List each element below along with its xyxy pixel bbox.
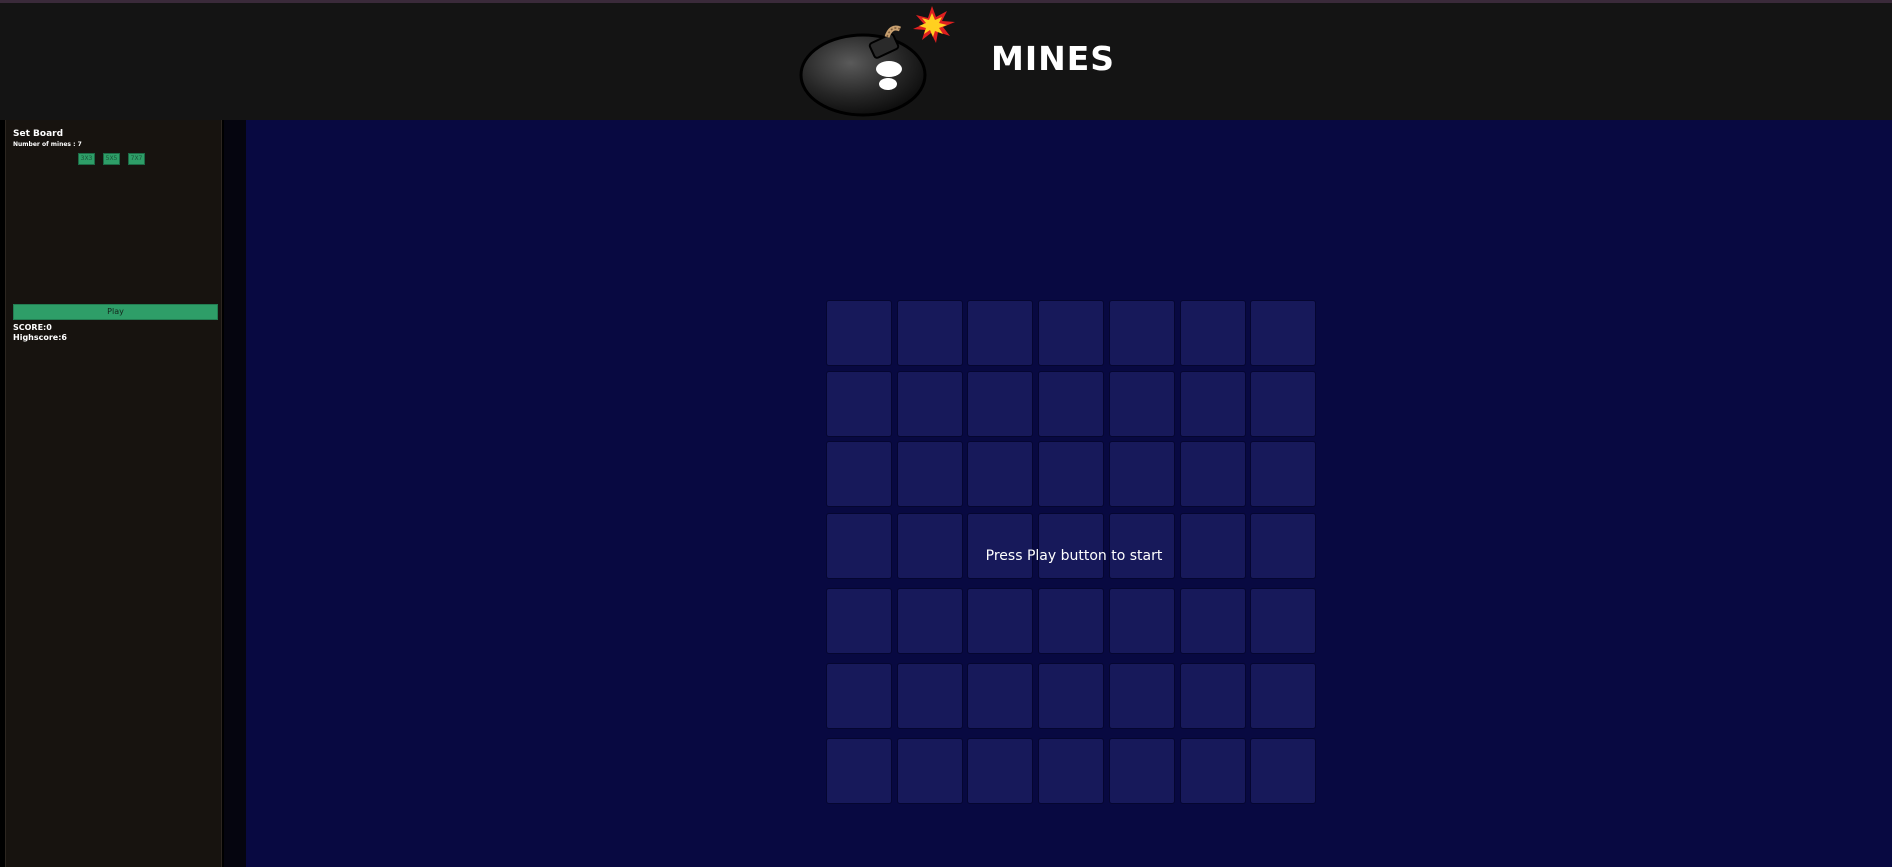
board-cell[interactable] [1180,441,1246,507]
board-cell[interactable] [897,441,963,507]
board-cell[interactable] [1250,300,1316,366]
highscore-label: Highscore:6 [13,333,67,342]
board-cell[interactable] [826,300,892,366]
app-title: MINES [991,39,1116,78]
size-3x3-button[interactable]: 3X3 [78,153,95,165]
play-button[interactable]: Play [13,304,218,320]
board-cell[interactable] [1109,371,1175,437]
size-5x5-button[interactable]: 5X5 [103,153,120,165]
board-cell[interactable] [1180,663,1246,729]
board-cell[interactable] [1038,441,1104,507]
board-cell[interactable] [1109,441,1175,507]
board-cell[interactable] [1038,300,1104,366]
header: MINES [0,3,1892,120]
board-cell[interactable] [967,371,1033,437]
board-cell[interactable] [1038,588,1104,654]
board-cell[interactable] [967,588,1033,654]
game-area: Press Play button to start [246,120,1892,867]
board-cell[interactable] [1038,371,1104,437]
board-cell[interactable] [897,300,963,366]
board-cell[interactable] [967,663,1033,729]
board-cell[interactable] [1250,588,1316,654]
board-cell[interactable] [826,588,892,654]
board-cell[interactable] [897,738,963,804]
board-cell[interactable] [1180,588,1246,654]
board-cell[interactable] [1109,300,1175,366]
board-cell[interactable] [1250,663,1316,729]
score-label: SCORE:0 [13,323,52,332]
board-cell[interactable] [1109,663,1175,729]
board-cell[interactable] [897,663,963,729]
board-cell[interactable] [1109,738,1175,804]
set-board-heading: Set Board [13,129,64,139]
sidebar: Set Board Number of mines : 7 3X3 5X5 7X7 … [5,120,222,867]
board-cell[interactable] [1038,663,1104,729]
board-cell[interactable] [826,738,892,804]
board-size-options: 3X3 5X5 7X7 [6,153,221,165]
board-cell[interactable] [1180,300,1246,366]
start-message: Press Play button to start [985,548,1163,564]
board-cell[interactable] [826,371,892,437]
board-cell[interactable] [967,441,1033,507]
board-cell[interactable] [1250,371,1316,437]
board-cell[interactable] [897,371,963,437]
board-cell[interactable] [967,300,1033,366]
board-cell[interactable] [1180,738,1246,804]
board-cell[interactable] [1180,371,1246,437]
board-cell[interactable] [1250,441,1316,507]
board-cell[interactable] [1250,738,1316,804]
board-cell[interactable] [1109,588,1175,654]
size-7x7-button[interactable]: 7X7 [128,153,145,165]
board-cell[interactable] [967,738,1033,804]
board-cell[interactable] [897,588,963,654]
board-cell[interactable] [826,441,892,507]
bomb-icon [799,6,955,117]
board-cell[interactable] [826,663,892,729]
board-cell[interactable] [1038,738,1104,804]
sidebar-gutter [224,120,246,867]
mines-count-label: Number of mines : 7 [13,141,82,148]
